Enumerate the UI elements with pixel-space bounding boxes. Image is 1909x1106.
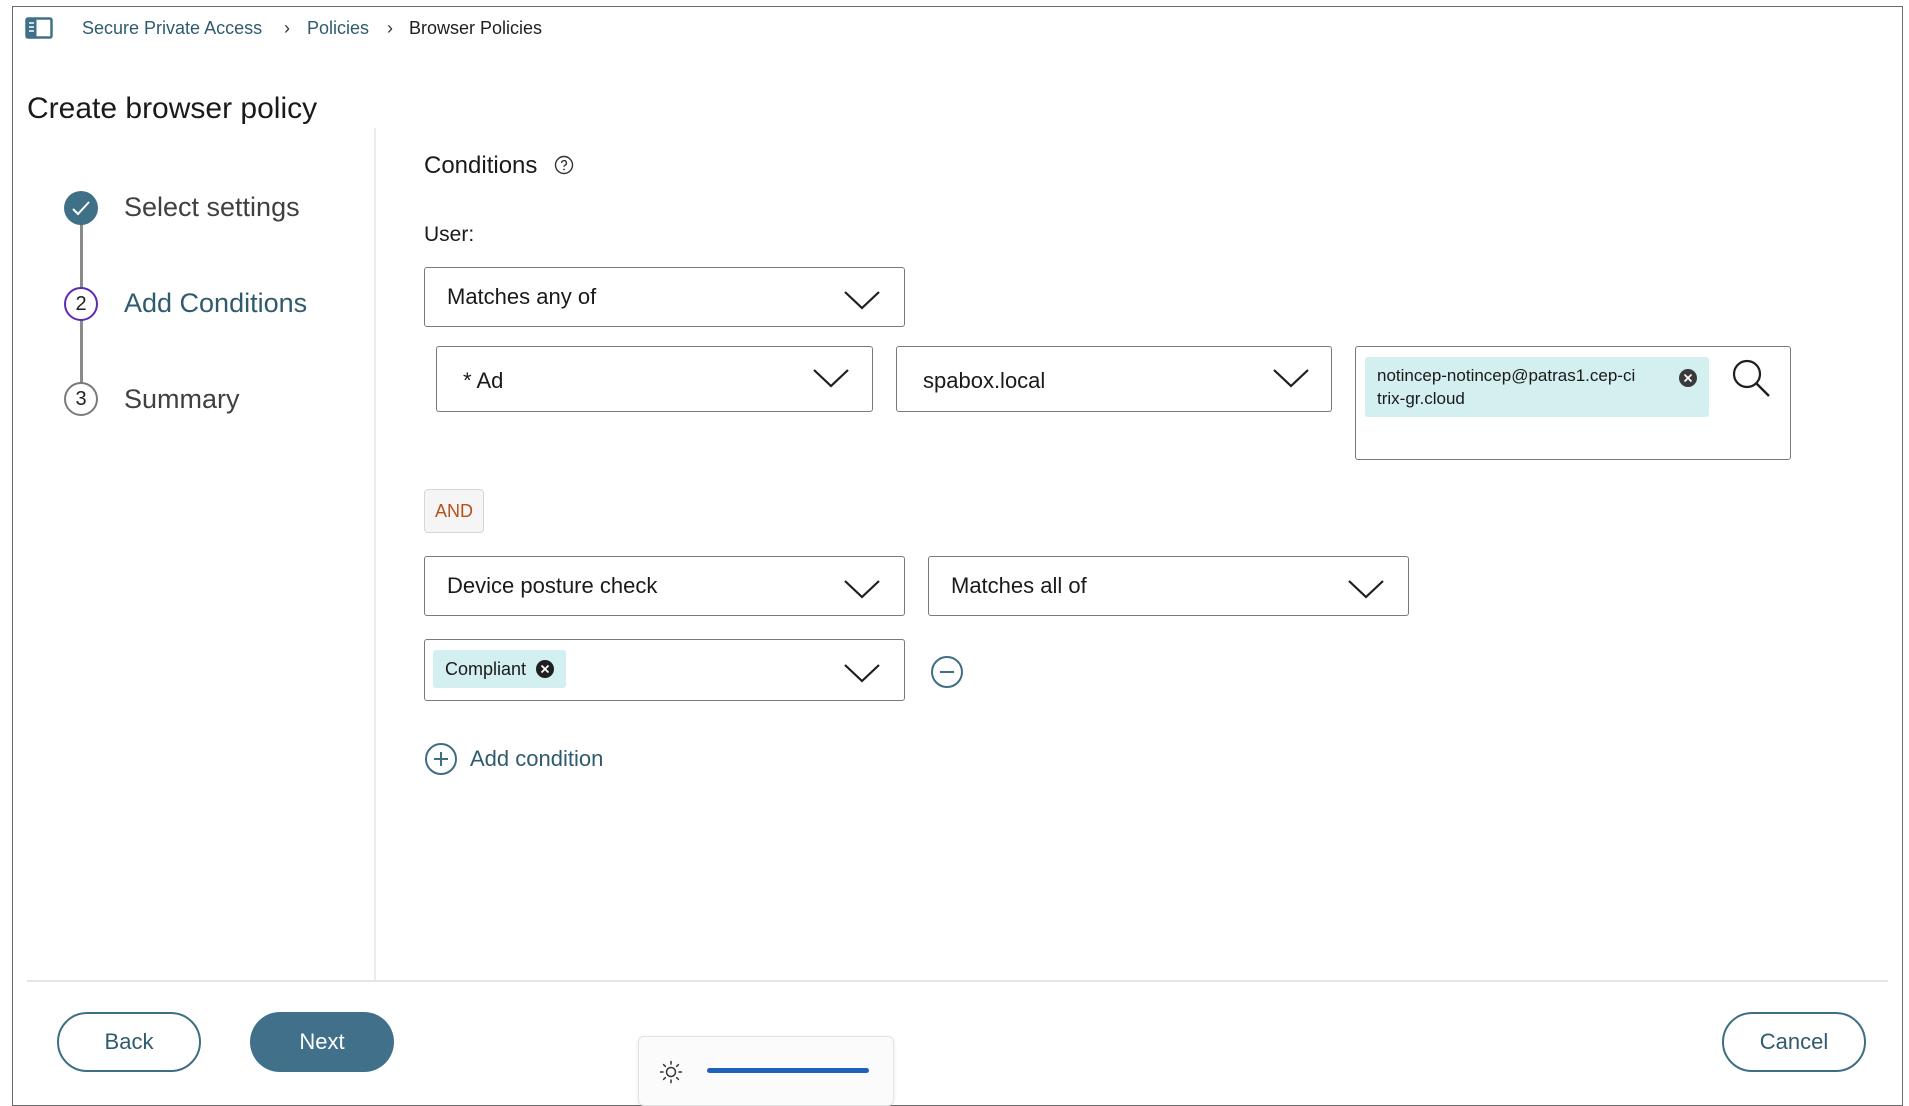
compliant-chip: Compliant bbox=[433, 650, 567, 688]
directory-value: * Ad bbox=[463, 368, 504, 393]
domain-value: spabox.local bbox=[923, 368, 1046, 393]
posture-value-select[interactable]: Compliant bbox=[424, 639, 905, 701]
and-operator-badge[interactable]: AND bbox=[424, 489, 484, 533]
cancel-button[interactable]: Cancel bbox=[1722, 1012, 1866, 1072]
user-chip: notincep-notincep@patras1.cep-ci trix-gr… bbox=[1365, 357, 1709, 417]
checkmark-icon bbox=[72, 201, 90, 216]
directory-select[interactable]: * Ad bbox=[436, 346, 873, 412]
stepper-divider bbox=[374, 128, 376, 980]
sidebar-toggle-icon[interactable] bbox=[25, 17, 53, 39]
back-button[interactable]: Back bbox=[57, 1012, 201, 1072]
step-2-indicator: 2 bbox=[64, 287, 98, 321]
step-3-label[interactable]: Summary bbox=[124, 382, 240, 416]
conditions-title: Conditions bbox=[424, 152, 538, 179]
next-button[interactable]: Next bbox=[250, 1012, 394, 1072]
chevron-down-icon bbox=[844, 664, 880, 683]
brightness-popup bbox=[638, 1036, 894, 1106]
footer-divider bbox=[27, 980, 1888, 982]
step-3-indicator: 3 bbox=[64, 382, 98, 416]
user-match-value: Matches any of bbox=[447, 284, 597, 309]
posture-match-value: Matches all of bbox=[951, 573, 1087, 598]
add-condition-button[interactable]: Add condition bbox=[424, 742, 603, 776]
brightness-slider[interactable] bbox=[707, 1068, 869, 1073]
search-icon[interactable] bbox=[1730, 357, 1772, 399]
step-1-label[interactable]: Select settings bbox=[124, 190, 300, 224]
user-label: User: bbox=[424, 223, 475, 246]
step-1-indicator bbox=[64, 191, 98, 225]
step-2-label[interactable]: Add Conditions bbox=[124, 286, 307, 320]
chevron-down-icon bbox=[1273, 369, 1309, 388]
remove-chip-icon[interactable] bbox=[536, 660, 555, 678]
brightness-icon bbox=[659, 1060, 683, 1084]
breadcrumb-secure-private-access[interactable]: Secure Private Access bbox=[82, 17, 262, 39]
breadcrumb-separator: › bbox=[387, 18, 393, 38]
breadcrumb-browser-policies: Browser Policies bbox=[409, 18, 543, 38]
add-condition-icon bbox=[425, 743, 457, 775]
chevron-down-icon bbox=[1348, 580, 1384, 599]
breadcrumb-separator: › bbox=[284, 18, 290, 38]
remove-chip-icon[interactable] bbox=[1679, 369, 1697, 387]
step-connector bbox=[80, 224, 83, 290]
posture-match-select[interactable]: Matches all of bbox=[928, 556, 1409, 616]
user-chip-text: notincep-notincep@patras1.cep-ci trix-gr… bbox=[1377, 366, 1636, 408]
page-title: Create browser policy bbox=[27, 92, 318, 125]
add-condition-label: Add condition bbox=[470, 746, 604, 771]
chevron-down-icon bbox=[844, 580, 880, 599]
user-match-select[interactable]: Matches any of bbox=[424, 267, 905, 327]
user-search-box[interactable]: notincep-notincep@patras1.cep-ci trix-gr… bbox=[1355, 346, 1791, 460]
chevron-down-icon bbox=[813, 369, 849, 388]
step-connector bbox=[80, 320, 83, 384]
posture-select[interactable]: Device posture check bbox=[424, 556, 905, 616]
compliant-chip-text: Compliant bbox=[445, 658, 527, 679]
breadcrumb-policies[interactable]: Policies bbox=[307, 17, 369, 39]
chevron-down-icon bbox=[844, 291, 880, 310]
remove-condition-icon[interactable] bbox=[930, 655, 964, 689]
help-icon[interactable] bbox=[554, 155, 574, 175]
posture-value: Device posture check bbox=[447, 573, 658, 598]
domain-select[interactable]: spabox.local bbox=[896, 346, 1332, 412]
